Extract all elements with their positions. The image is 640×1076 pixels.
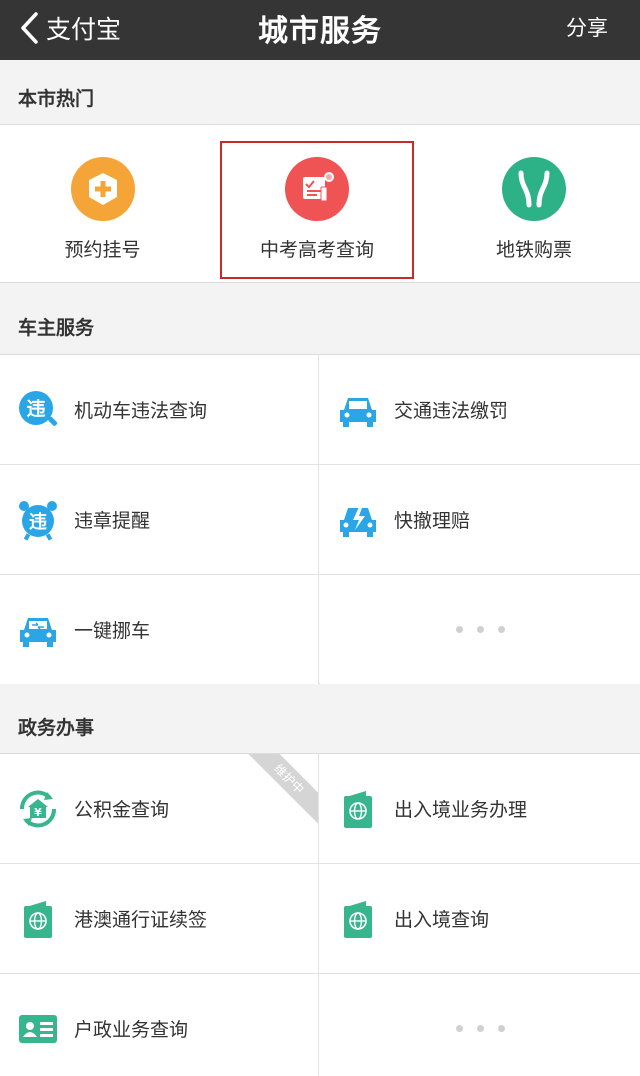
grid-item-label: 机动车违法查询 [74,400,208,422]
passport-icon [336,897,380,941]
car-more-button[interactable] [320,575,640,684]
nav-bar: 支付宝 城市服务 分享 [0,0,640,60]
gov-item-housing-fund[interactable]: ¥ 公积金查询 维护中 [0,754,319,863]
hot-item-label: 预约挂号 [64,239,141,261]
yen-char: ¥ [34,806,42,819]
maintenance-badge: 维护中 [248,754,318,824]
highlight-frame [220,141,414,279]
grid-item-label: 快撤理赔 [394,510,471,532]
more-dots-icon [320,1025,640,1032]
gov-item-exit-entry-service[interactable]: 出入境业务办理 [320,754,640,863]
page-title: 城市服务 [258,14,382,49]
share-button[interactable]: 分享 [566,12,608,42]
car-item-quick-claim[interactable]: 快撤理赔 [320,465,640,574]
car-item-violation-alert[interactable]: 违 违章提醒 [0,465,319,574]
violation-search-icon: 违 [16,388,60,432]
passport-icon [336,787,380,831]
car-fine-icon [336,388,380,432]
grid-item-label: 交通违法缴罚 [394,400,509,422]
gov-more-button[interactable] [320,974,640,1076]
gov-item-exit-entry-query[interactable]: 出入境查询 [320,864,640,973]
more-dots-icon [320,626,640,633]
grid-item-label: 公积金查询 [74,799,170,821]
metro-icon [502,157,566,221]
grid-item-label: 一键挪车 [74,620,151,642]
id-card-icon [16,1007,60,1051]
section-header-car: 车主服务 [0,284,640,354]
violation-char: 违 [29,511,47,533]
grid-item-label: 出入境查询 [394,909,490,931]
gov-item-hk-macau-renewal[interactable]: 港澳通行证续签 [0,864,319,973]
car-claim-icon [336,498,380,542]
gov-item-household-query[interactable]: 户政业务查询 [0,974,319,1076]
section-header-gov: 政务办事 [0,685,640,753]
hot-item-appointment[interactable]: 预约挂号 [0,125,205,282]
hospital-plus-icon [70,157,135,221]
hot-panel: 预约挂号 中考高考查询 地铁购票 [0,124,640,283]
car-item-fine-payment[interactable]: 交通违法缴罚 [320,355,640,464]
grid-item-label: 出入境业务办理 [394,799,528,821]
housing-fund-icon: ¥ [16,787,60,831]
violation-alarm-icon: 违 [16,498,60,542]
gov-panel: ¥ 公积金查询 维护中 出入境业务办理 港澳通行证续签 出入境查询 户政业务查询 [0,753,640,1076]
move-car-icon [16,608,60,652]
grid-item-label: 户政业务查询 [74,1019,189,1041]
car-panel: 违 机动车违法查询 交通违法缴罚 违 违章提醒 快撤理赔 一键挪车 [0,354,640,684]
hot-item-metro-ticket[interactable]: 地铁购票 [428,125,640,282]
passport-icon [16,897,60,941]
maintenance-ribbon: 维护中 [248,754,318,824]
car-item-violation-query[interactable]: 违 机动车违法查询 [0,355,319,464]
car-item-move-car[interactable]: 一键挪车 [0,575,319,684]
grid-item-label: 违章提醒 [74,510,151,532]
grid-item-label: 港澳通行证续签 [74,909,208,931]
hot-item-label: 地铁购票 [495,239,572,261]
section-header-hot: 本市热门 [0,60,640,124]
violation-char: 违 [26,398,45,420]
